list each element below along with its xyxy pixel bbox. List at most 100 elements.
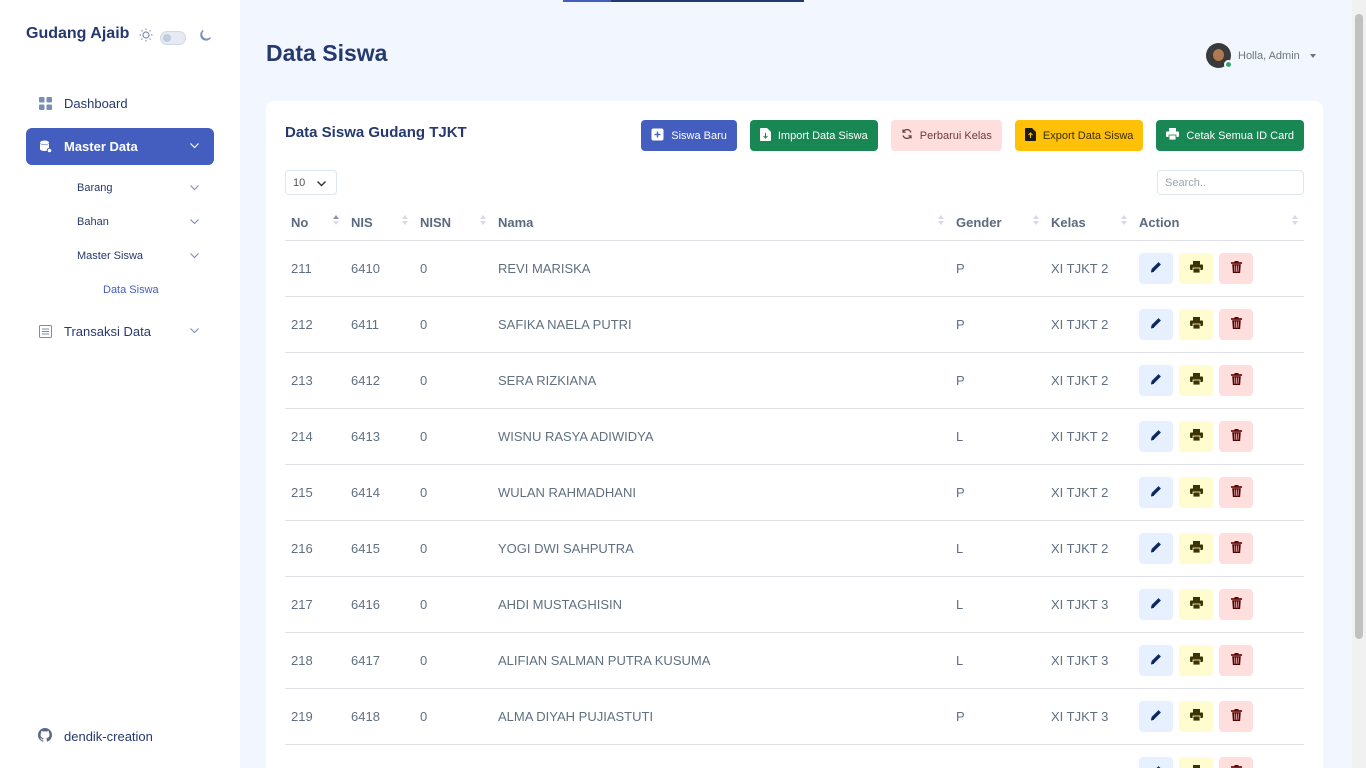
brand-title: Gudang Ajaib	[26, 25, 130, 42]
sort-icon	[938, 215, 944, 225]
edit-button[interactable]	[1139, 756, 1173, 768]
print-id-card-button[interactable]	[1179, 420, 1213, 452]
cell-gender: P	[950, 352, 1045, 409]
cell-nama: ALMA DIYAH PUJIASTUTI	[492, 688, 950, 745]
trash-icon	[1230, 540, 1242, 556]
sidebar-item-transaksi-data[interactable]: Transaksi Data	[26, 313, 214, 350]
delete-button[interactable]	[1219, 364, 1253, 396]
delete-button[interactable]	[1219, 588, 1253, 620]
table-header-row: No NIS NISN Nama Gender Kelas Action	[285, 205, 1304, 241]
pencil-icon	[1150, 765, 1162, 768]
table-row: 211 6410 0 REVI MARISKA P XI TJKT 2	[285, 240, 1304, 297]
cell-nis: 6413	[345, 408, 414, 465]
printer-icon	[1189, 316, 1203, 332]
cetak-semua-id-card-button[interactable]: Cetak Semua ID Card	[1156, 120, 1304, 151]
cell-gender: L	[950, 576, 1045, 633]
page-scrollbar[interactable]	[1352, 0, 1366, 768]
cell-kelas: XI TJKT 3	[1045, 632, 1133, 689]
cell-nisn: 0	[414, 688, 492, 745]
refresh-icon	[901, 128, 913, 143]
cell-gender: P	[950, 688, 1045, 745]
edit-button[interactable]	[1139, 364, 1173, 396]
edit-button[interactable]	[1139, 644, 1173, 676]
trash-icon	[1230, 372, 1242, 388]
print-id-card-button[interactable]	[1179, 700, 1213, 732]
edit-button[interactable]	[1139, 476, 1173, 508]
sidebar-item-bahan[interactable]: Bahan	[77, 205, 214, 239]
pencil-icon	[1150, 429, 1162, 444]
grid-icon	[38, 97, 52, 111]
cell-nisn: 0	[414, 632, 492, 689]
delete-button[interactable]	[1219, 700, 1253, 732]
loading-progress-bar	[563, 0, 804, 2]
column-header-no[interactable]: No	[285, 205, 345, 241]
sidebar-item-master-siswa[interactable]: Master Siswa	[77, 239, 214, 273]
file-export-icon	[1024, 127, 1036, 144]
github-link[interactable]: dendik-creation	[38, 728, 153, 745]
export-data-siswa-button[interactable]: Export Data Siswa	[1014, 120, 1144, 151]
sidebar-item-dashboard[interactable]: Dashboard	[26, 85, 214, 122]
dark-mode-toggle[interactable]	[160, 30, 186, 45]
print-id-card-button[interactable]	[1179, 364, 1213, 396]
search-input[interactable]	[1157, 170, 1304, 195]
column-header-action[interactable]: Action	[1133, 205, 1304, 241]
button-label: Perbarui Kelas	[919, 129, 992, 142]
edit-button[interactable]	[1139, 700, 1173, 732]
edit-button[interactable]	[1139, 532, 1173, 564]
pencil-icon	[1150, 317, 1162, 332]
cell-nisn: 0	[414, 744, 492, 768]
sidebar-item-barang[interactable]: Barang	[77, 171, 214, 205]
cell-nisn: 0	[414, 352, 492, 409]
cell-action	[1133, 408, 1304, 465]
column-header-nisn[interactable]: NISN	[414, 205, 492, 241]
delete-button[interactable]	[1219, 476, 1253, 508]
button-label: Export Data Siswa	[1042, 129, 1134, 142]
perbarui-kelas-button[interactable]: Perbarui Kelas	[890, 120, 1002, 151]
delete-button[interactable]	[1219, 644, 1253, 676]
file-import-icon	[759, 127, 771, 144]
print-id-card-button[interactable]	[1179, 308, 1213, 340]
trash-icon	[1230, 596, 1242, 612]
sidebar-item-data-siswa[interactable]: Data Siswa	[26, 273, 214, 307]
edit-button[interactable]	[1139, 588, 1173, 620]
edit-button[interactable]	[1139, 308, 1173, 340]
edit-button[interactable]	[1139, 252, 1173, 284]
siswa-baru-button[interactable]: Siswa Baru	[641, 120, 737, 151]
github-label: dendik-creation	[64, 729, 153, 744]
print-id-card-button[interactable]	[1179, 476, 1213, 508]
cell-no: 217	[285, 576, 345, 633]
cell-nis: 6416	[345, 576, 414, 633]
printer-icon	[1189, 596, 1203, 612]
print-id-card-button[interactable]	[1179, 532, 1213, 564]
print-id-card-button[interactable]	[1179, 252, 1213, 284]
delete-button[interactable]	[1219, 756, 1253, 768]
table-row: 212 6411 0 SAFIKA NAELA PUTRI P XI TJKT 2	[285, 296, 1304, 353]
chevron-down-icon	[189, 324, 200, 339]
column-header-gender[interactable]: Gender	[950, 205, 1045, 241]
cell-action	[1133, 240, 1304, 297]
cell-nisn: 0	[414, 408, 492, 465]
scrollbar-thumb[interactable]	[1355, 14, 1363, 639]
print-id-card-button[interactable]	[1179, 644, 1213, 676]
sort-icon	[1033, 215, 1039, 225]
user-menu[interactable]: Holla, Admin	[1206, 43, 1316, 69]
column-header-nis[interactable]: NIS	[345, 205, 414, 241]
sidebar-item-master-data[interactable]: Master Data	[26, 128, 214, 165]
entries-per-page-select[interactable]: 10	[285, 170, 337, 195]
print-id-card-button[interactable]	[1179, 588, 1213, 620]
delete-button[interactable]	[1219, 532, 1253, 564]
delete-button[interactable]	[1219, 308, 1253, 340]
table-row: 22064190ANDRA KURNIA RAMADHANLXI TJKT 3	[285, 744, 1304, 768]
column-header-kelas[interactable]: Kelas	[1045, 205, 1133, 241]
column-header-nama[interactable]: Nama	[492, 205, 950, 241]
entries-per-page-value: 10	[293, 176, 306, 189]
cell-nis: 6415	[345, 520, 414, 577]
trash-icon	[1230, 428, 1242, 444]
delete-button[interactable]	[1219, 252, 1253, 284]
table-row: 214 6413 0 WISNU RASYA ADIWIDYA L XI TJKT 2	[285, 408, 1304, 465]
edit-button[interactable]	[1139, 420, 1173, 452]
import-data-siswa-button[interactable]: Import Data Siswa	[749, 120, 878, 151]
cell-nisn: 0	[414, 520, 492, 577]
print-id-card-button[interactable]	[1179, 756, 1213, 768]
delete-button[interactable]	[1219, 420, 1253, 452]
